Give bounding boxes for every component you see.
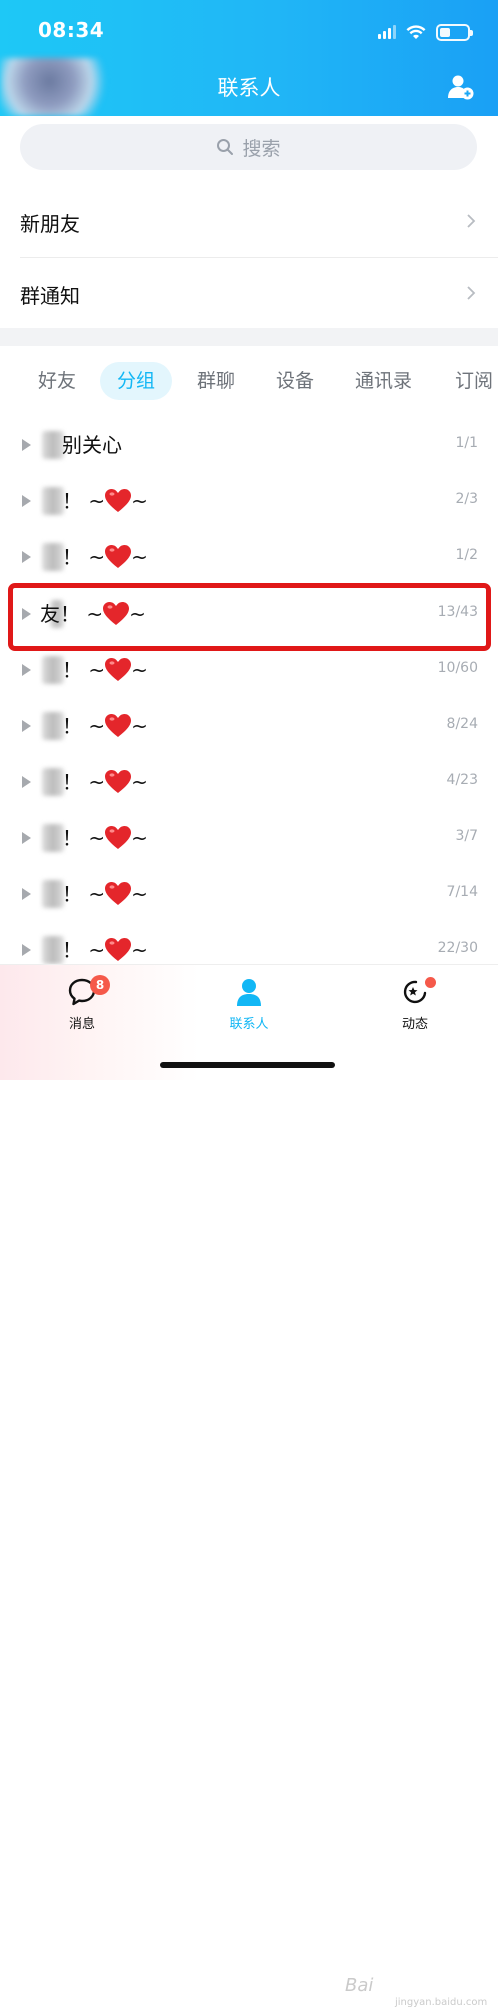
group-name: 别关心 bbox=[62, 433, 122, 457]
expand-arrow-icon bbox=[22, 664, 31, 676]
group-row[interactable]: 别关心 1/1 bbox=[0, 417, 498, 473]
expand-arrow-icon bbox=[22, 495, 31, 507]
tab-friends[interactable]: 好友 bbox=[38, 362, 76, 400]
group-count: 2/3 bbox=[455, 491, 478, 507]
heart-icon bbox=[105, 489, 132, 512]
heart-icon bbox=[105, 938, 132, 961]
menu-item-group-notifications[interactable]: 群通知 bbox=[0, 258, 498, 330]
group-name: ！ ~ ~ bbox=[62, 714, 148, 738]
chevron-right-icon bbox=[467, 286, 476, 300]
page-title: 联系人 bbox=[217, 76, 281, 100]
tabbar-item-messages[interactable]: 8 消息 bbox=[42, 975, 122, 1032]
watermark: Bai bbox=[345, 1975, 374, 1996]
menu-item-label: 群通知 bbox=[20, 283, 80, 308]
expand-arrow-icon bbox=[22, 944, 31, 956]
search-icon bbox=[217, 139, 234, 155]
group-row[interactable]: ！ ~ ~ 1/2 bbox=[0, 529, 498, 585]
wifi-icon bbox=[406, 24, 426, 39]
contacts-person-icon bbox=[237, 979, 261, 1006]
group-row[interactable]: ！ ~ ~ 8/24 bbox=[0, 698, 498, 754]
group-count: 22/30 bbox=[437, 940, 478, 956]
blurred-text bbox=[42, 543, 64, 571]
group-row[interactable]: ！ ~ ~ 2/3 bbox=[0, 473, 498, 529]
group-name: ！ ~ ~ bbox=[62, 938, 148, 962]
status-icons bbox=[378, 22, 473, 42]
group-count: 4/23 bbox=[446, 772, 478, 788]
cellular-signal-icon bbox=[378, 25, 396, 39]
blurred-text bbox=[42, 824, 64, 852]
group-name: ！ ~ ~ bbox=[62, 882, 148, 906]
group-count: 1/1 bbox=[455, 435, 478, 451]
heart-icon bbox=[105, 770, 132, 793]
group-row[interactable]: ！ ~ ~ 22/30 bbox=[0, 922, 498, 964]
tabbar-label: 联系人 bbox=[229, 1017, 269, 1032]
expand-arrow-icon bbox=[22, 776, 31, 788]
group-count: 8/24 bbox=[446, 716, 478, 732]
group-name: ！ ~ ~ bbox=[62, 489, 148, 513]
tabbar-label: 消息 bbox=[68, 1017, 95, 1032]
group-name: ！ ~ ~ bbox=[62, 826, 148, 850]
add-friend-icon[interactable] bbox=[448, 74, 474, 100]
tab-devices[interactable]: 设备 bbox=[276, 362, 314, 400]
blurred-text bbox=[42, 431, 64, 459]
group-name: ！ ~ ~ bbox=[62, 545, 148, 569]
heart-icon bbox=[105, 714, 132, 737]
expand-arrow-icon bbox=[22, 720, 31, 732]
app-header: 08:34 联系人 bbox=[0, 0, 498, 116]
contacts-tabs: 好友 分组 群聊 设备 通讯录 订阅 bbox=[0, 362, 498, 406]
tab-address-book[interactable]: 通讯录 bbox=[355, 362, 412, 400]
blurred-text bbox=[42, 712, 64, 740]
group-count: 7/14 bbox=[446, 884, 478, 900]
group-count: 3/7 bbox=[455, 828, 478, 844]
highlight-box bbox=[8, 583, 491, 651]
menu-item-label: 新朋友 bbox=[20, 211, 80, 236]
watermark-url: jingyan.baidu.com bbox=[395, 1997, 488, 2008]
heart-icon bbox=[105, 826, 132, 849]
blurred-text bbox=[42, 936, 64, 964]
search-area: 搜索 bbox=[0, 116, 498, 178]
tab-groups[interactable]: 分组 bbox=[100, 362, 173, 400]
status-bar: 08:34 bbox=[0, 14, 498, 50]
group-row[interactable]: ！ ~ ~ 4/23 bbox=[0, 754, 498, 810]
chevron-right-icon bbox=[467, 214, 476, 228]
tab-subscriptions[interactable]: 订阅 bbox=[455, 362, 493, 400]
battery-icon bbox=[436, 23, 473, 41]
blurred-text bbox=[42, 880, 64, 908]
tabbar-item-moments[interactable]: 动态 bbox=[375, 977, 455, 1032]
heart-icon bbox=[105, 545, 132, 568]
contacts-content: 搜索 新朋友 群通知 好友 分组 群聊 设备 通讯录 订阅 别关心 1/1 ！ … bbox=[0, 116, 498, 964]
menu-item-new-friends[interactable]: 新朋友 bbox=[0, 186, 498, 258]
tab-group-chats[interactable]: 群聊 bbox=[197, 362, 235, 400]
blurred-text bbox=[42, 768, 64, 796]
section-gap bbox=[0, 328, 498, 346]
notification-dot bbox=[425, 977, 436, 988]
search-placeholder: 搜索 bbox=[242, 137, 281, 160]
expand-arrow-icon bbox=[22, 551, 31, 563]
blurred-text bbox=[42, 487, 64, 515]
blurred-text bbox=[42, 656, 64, 684]
heart-icon bbox=[105, 882, 132, 905]
group-name: ！ ~ ~ bbox=[62, 770, 148, 794]
unread-badge: 8 bbox=[90, 975, 110, 995]
search-bar[interactable]: 搜索 bbox=[20, 124, 477, 170]
group-count: 10/60 bbox=[437, 660, 478, 676]
home-indicator[interactable] bbox=[160, 1062, 335, 1068]
group-row[interactable]: ！ ~ ~ 3/7 bbox=[0, 810, 498, 866]
expand-arrow-icon bbox=[22, 439, 31, 451]
heart-icon bbox=[105, 658, 132, 681]
expand-arrow-icon bbox=[22, 832, 31, 844]
status-time: 08:34 bbox=[38, 18, 105, 42]
expand-arrow-icon bbox=[22, 888, 31, 900]
group-count: 1/2 bbox=[455, 547, 478, 563]
group-name: ！ ~ ~ bbox=[62, 658, 148, 682]
tabbar-item-contacts[interactable]: 联系人 bbox=[209, 977, 289, 1032]
tabbar-label: 动态 bbox=[401, 1017, 428, 1032]
group-row[interactable]: ！ ~ ~ 7/14 bbox=[0, 866, 498, 922]
